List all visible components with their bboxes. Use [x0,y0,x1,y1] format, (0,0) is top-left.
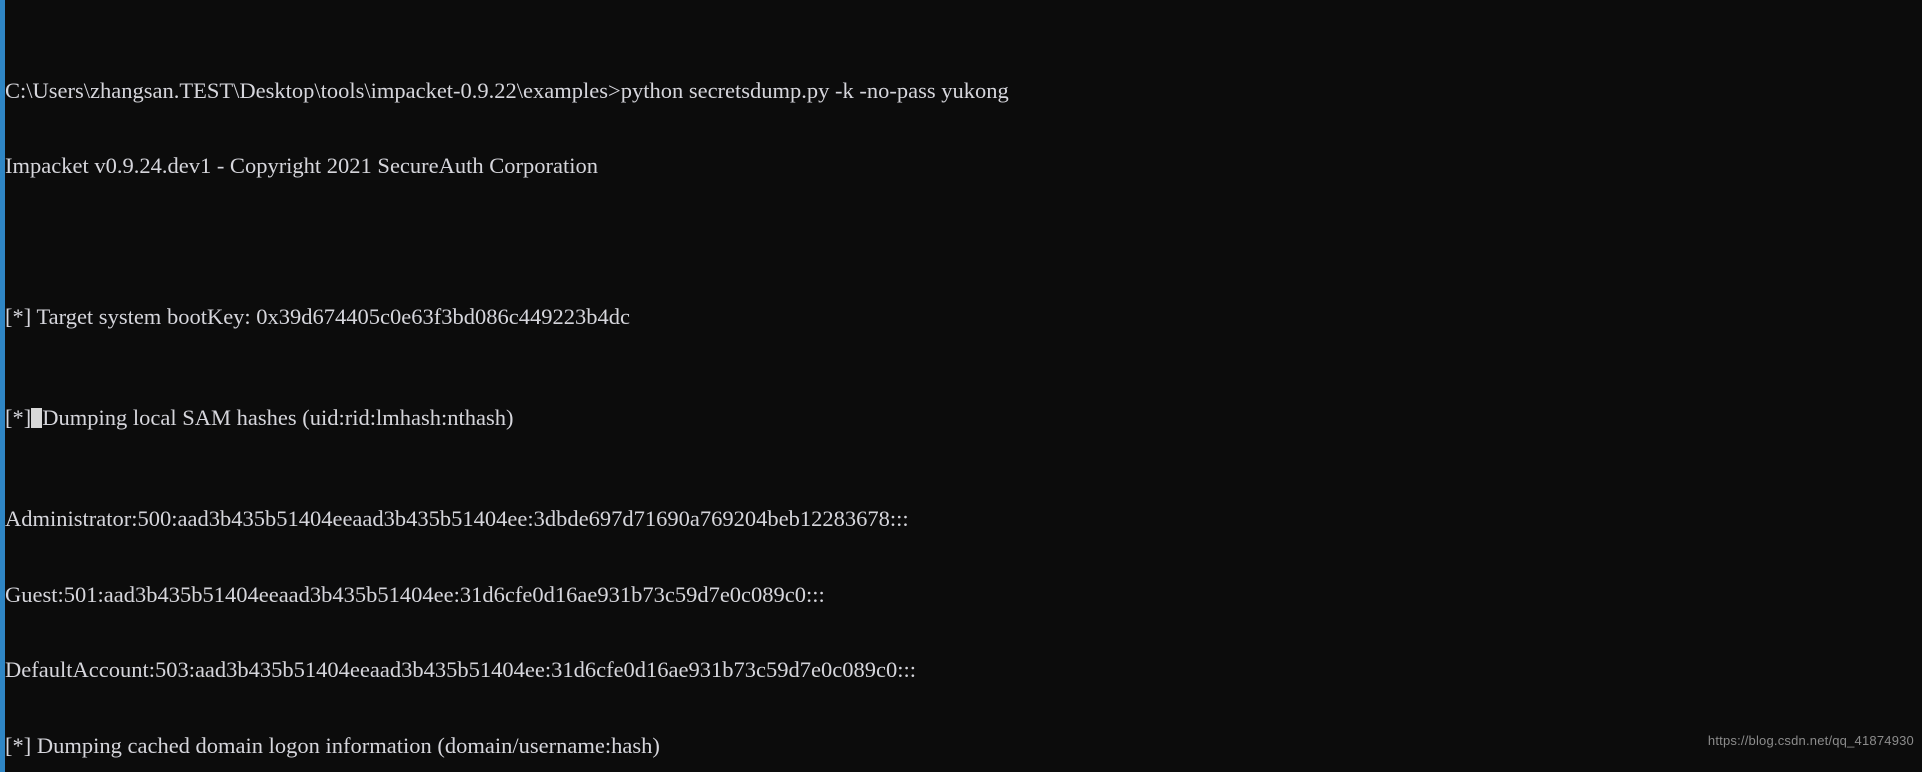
console-output[interactable]: C:\Users\zhangsan.TEST\Desktop\tools\imp… [5,2,1922,772]
sam-hash-row: Guest:501:aad3b435b51404eeaad3b435b51404… [5,581,825,607]
sam-hash-row: DefaultAccount:503:aad3b435b51404eeaad3b… [5,657,916,683]
sam-dump-header-text: Dumping local SAM hashes (uid:rid:lmhash… [42,405,514,431]
sam-dump-header-line: [*] Dumping local SAM hashes (uid:rid:lmh… [5,405,1922,430]
watermark-text: https://blog.csdn.net/qq_41874930 [1707,733,1914,748]
prompt-command-line: C:\Users\zhangsan.TEST\Desktop\tools\imp… [5,77,1009,103]
terminal-window[interactable]: C:\Users\zhangsan.TEST\Desktop\tools\imp… [0,0,1922,772]
sam-hash-row: Administrator:500:aad3b435b51404eeaad3b4… [5,505,909,531]
cached-domain-logon-line: [*] Dumping cached domain logon informat… [5,732,660,758]
impacket-banner-line: Impacket v0.9.24.dev1 - Copyright 2021 S… [5,153,599,179]
bootkey-line: [*] Target system bootKey: 0x39d674405c0… [5,304,630,330]
sam-dump-header-prefix: [*] [5,405,32,431]
text-cursor [31,408,43,429]
